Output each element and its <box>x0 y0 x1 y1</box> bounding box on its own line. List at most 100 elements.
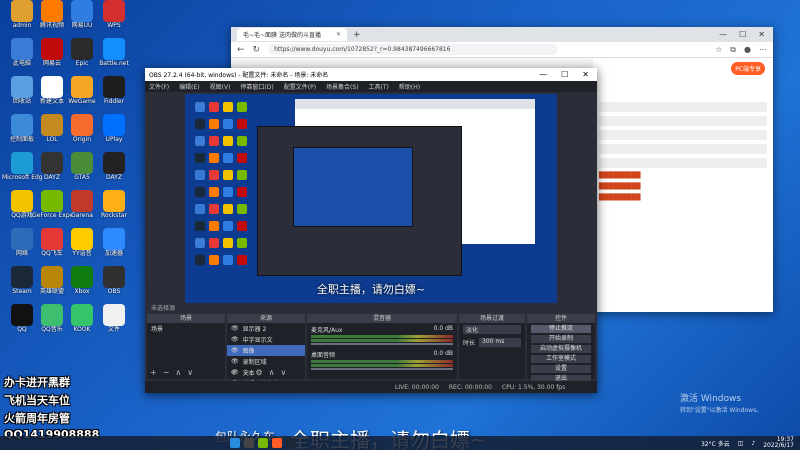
add-icon[interactable]: + <box>150 368 157 377</box>
nvidia-icon[interactable] <box>258 438 268 448</box>
remove-icon[interactable]: − <box>243 368 250 377</box>
down-icon[interactable]: ∨ <box>187 368 193 377</box>
desktop-shortcut[interactable]: UPlay <box>96 114 132 152</box>
control-button[interactable]: 开始录制 <box>531 335 591 343</box>
close-icon[interactable]: ✕ <box>582 70 589 79</box>
app-icon <box>103 190 125 212</box>
desktop-shortcut[interactable]: Garena <box>64 190 100 228</box>
down-icon[interactable]: ∨ <box>280 368 286 377</box>
menu-item[interactable]: 编辑(E) <box>179 82 199 91</box>
remove-icon[interactable]: − <box>163 368 170 377</box>
steam-icon[interactable] <box>286 438 296 448</box>
refresh-icon[interactable]: ↻ <box>253 45 261 55</box>
preview-icon <box>209 153 219 163</box>
maximize-icon[interactable]: ☐ <box>739 30 746 39</box>
visibility-icon[interactable]: 👁 <box>231 358 239 365</box>
source-label: 录制区域 <box>242 359 267 366</box>
desktop-shortcut[interactable]: GTA5 <box>64 152 100 190</box>
desktop-shortcut[interactable]: Battle.net <box>96 38 132 76</box>
desktop-shortcut[interactable]: 网易UU <box>64 0 100 38</box>
back-icon[interactable]: ← <box>237 45 245 55</box>
source-item[interactable]: 👁 显示器 2 <box>227 323 305 334</box>
mixer-title: 混音器 <box>307 314 457 323</box>
edge-icon[interactable] <box>230 438 240 448</box>
desktop-shortcut[interactable]: OBS <box>96 266 132 304</box>
control-button[interactable]: 启动虚拟摄像机 <box>531 345 591 353</box>
channel-name: 麦克风/Aux <box>311 327 343 334</box>
desktop-shortcut[interactable]: Origin <box>64 114 100 152</box>
close-icon[interactable]: ✕ <box>336 31 341 38</box>
browser-tab[interactable]: 毛~毛~面膜 送肉做的斗直播 ✕ <box>237 28 347 41</box>
desktop-shortcut[interactable]: Epic <box>64 38 100 76</box>
transition-select[interactable]: 淡化 <box>463 325 521 334</box>
desktop-shortcut[interactable]: WeGame <box>64 76 100 114</box>
app-icon <box>71 304 93 326</box>
control-button[interactable]: 工作室模式 <box>531 355 591 363</box>
minimize-icon[interactable]: — <box>719 30 727 39</box>
window-controls: — ☐ ✕ <box>719 30 773 39</box>
source-item[interactable]: 👁 图像 <box>227 345 305 356</box>
new-tab-icon[interactable]: + <box>353 30 361 40</box>
preview-icon <box>223 204 233 214</box>
menu-item[interactable]: 停靠窗口(D) <box>240 82 273 91</box>
favorite-icon[interactable]: ☆ <box>715 45 722 55</box>
control-button[interactable]: 停止推流 <box>531 325 591 333</box>
menu-item[interactable]: 文件(F) <box>149 82 169 91</box>
collections-icon[interactable]: ⧉ <box>730 45 736 55</box>
more-icon[interactable]: ⋯ <box>759 45 767 55</box>
visibility-icon[interactable]: 👁 <box>231 336 239 343</box>
url-field[interactable]: https://www.douyu.com/1072852?_r=0.98438… <box>268 44 559 55</box>
up-icon[interactable]: ∧ <box>175 368 181 377</box>
network-icon[interactable]: ◫ <box>738 440 744 447</box>
visibility-icon[interactable]: 👁 <box>231 325 239 332</box>
watermark-title: 激活 Windows <box>680 394 742 404</box>
mixer-channel: 桌面音频 0.0 dB <box>307 348 457 373</box>
volume-icon[interactable]: ♪ <box>751 440 755 447</box>
app-icon <box>11 190 33 212</box>
source-item[interactable]: 👁 中字显示文 <box>227 334 305 345</box>
control-button[interactable]: 设置 <box>531 365 591 373</box>
volume-slider[interactable] <box>311 343 453 345</box>
obs-icon[interactable] <box>244 438 254 448</box>
visibility-icon[interactable]: 👁 <box>231 347 239 354</box>
pc-exclusive-button[interactable]: PC端专享 <box>731 62 765 75</box>
menu-item[interactable]: 帮助(H) <box>399 82 420 91</box>
close-window-icon[interactable]: ✕ <box>758 30 765 39</box>
preview-icon <box>195 136 205 146</box>
desktop-shortcut[interactable]: KOOK <box>64 304 100 342</box>
minimize-icon[interactable]: — <box>539 70 547 79</box>
menu-item[interactable]: 配置文件(P) <box>284 82 316 91</box>
profile-icon[interactable]: ● <box>744 45 751 55</box>
maximize-icon[interactable]: ☐ <box>561 70 568 79</box>
weather-widget[interactable]: 32°C 多云 <box>701 439 730 448</box>
transitions-dock: 场景过渡 淡化 时长 300 ms <box>459 314 525 379</box>
sources-toolbar: + − ⚙ ∧ ∨ <box>230 368 286 377</box>
desktop-shortcut[interactable]: Fiddler <box>96 76 132 114</box>
scene-item[interactable]: 场景 <box>147 323 225 334</box>
app-icon <box>41 152 63 174</box>
preview-icon <box>237 187 247 197</box>
obs-preview[interactable]: 全职主播，请勿白嫖~ <box>185 94 557 303</box>
desktop-shortcut[interactable]: YY语音 <box>64 228 100 266</box>
app-icon <box>11 0 33 22</box>
desktop-shortcut[interactable]: DAYZ <box>96 152 132 190</box>
douyu-icon[interactable] <box>272 438 282 448</box>
obs-window[interactable]: OBS 27.2.4 (64-bit, windows) - 配置文件: 未命名… <box>145 68 597 393</box>
gear-icon[interactable]: ⚙ <box>255 368 262 377</box>
menu-item[interactable]: 视图(V) <box>210 82 231 91</box>
menu-item[interactable]: 工具(T) <box>369 82 389 91</box>
app-icon <box>41 38 63 60</box>
add-icon[interactable]: + <box>230 368 237 377</box>
duration-input[interactable]: 300 ms <box>479 338 521 347</box>
desktop-shortcut[interactable]: Rockstar <box>96 190 132 228</box>
clock[interactable]: 19:37 2022/6/17 <box>763 437 794 449</box>
desktop-shortcut[interactable]: 文件 <box>96 304 132 342</box>
desktop-shortcut[interactable]: Xbox <box>64 266 100 304</box>
menu-item[interactable]: 场景集合(S) <box>326 82 359 91</box>
desktop-shortcut[interactable]: WPS <box>96 0 132 38</box>
volume-slider[interactable] <box>311 368 453 370</box>
source-item[interactable]: 👁 录制区域 <box>227 356 305 367</box>
preview-icon <box>237 136 247 146</box>
desktop-shortcut[interactable]: 加速器 <box>96 228 132 266</box>
up-icon[interactable]: ∧ <box>269 368 275 377</box>
